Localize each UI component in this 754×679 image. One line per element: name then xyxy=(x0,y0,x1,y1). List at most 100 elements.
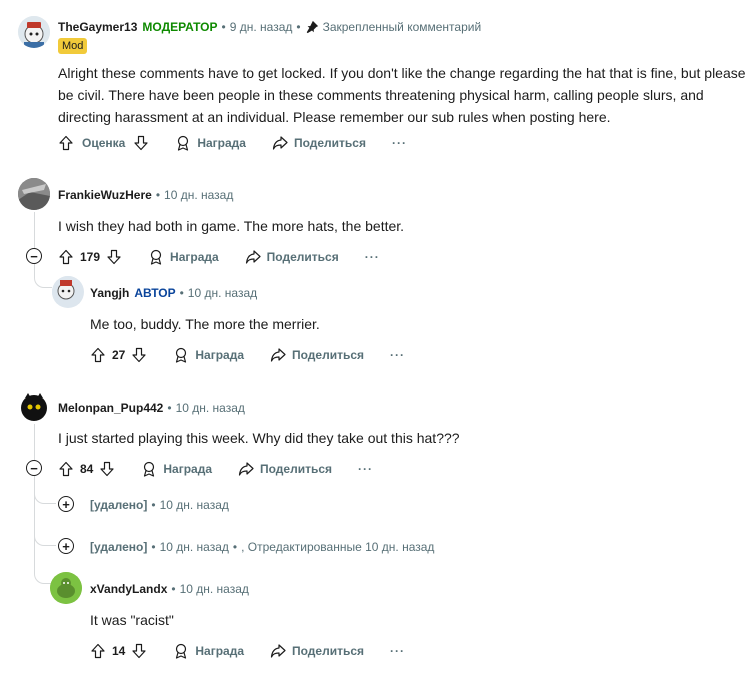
op-tag: АВТОР xyxy=(134,286,176,300)
more-options-button[interactable]: ··· xyxy=(392,136,407,150)
thread-curve xyxy=(34,520,56,546)
vote-count: 27 xyxy=(112,348,126,362)
more-options-button[interactable]: ··· xyxy=(358,462,373,476)
share-icon xyxy=(272,136,288,150)
thread-curve xyxy=(34,556,52,584)
share-icon xyxy=(270,644,286,658)
share-icon xyxy=(245,250,261,264)
comment-time[interactable]: 9 дн. назад xyxy=(230,20,293,34)
plus-icon: + xyxy=(62,496,70,512)
share-icon xyxy=(238,462,254,476)
share-label: Поделиться xyxy=(293,136,366,150)
comment-time[interactable]: 10 дн. назад xyxy=(180,582,249,596)
award-label: Награда xyxy=(163,462,212,476)
award-icon xyxy=(176,347,187,363)
comment-author[interactable]: TheGaymer13 xyxy=(58,20,137,34)
award-button[interactable]: Награда xyxy=(173,643,244,659)
vote-group: 179 xyxy=(58,249,122,265)
comment-time[interactable]: 10 дн. назад xyxy=(160,498,229,512)
separator-dot: • xyxy=(155,188,161,202)
separator-dot: • xyxy=(296,20,301,34)
more-options-button[interactable]: ··· xyxy=(390,348,405,362)
collapse-thread-button[interactable]: − xyxy=(26,248,42,264)
thread-curve xyxy=(34,476,56,504)
award-label: Награда xyxy=(195,348,244,362)
comment-author[interactable]: Melonpan_Pup442 xyxy=(58,401,163,415)
award-button[interactable]: Награда xyxy=(141,461,212,477)
share-button[interactable]: Поделиться xyxy=(270,643,364,659)
share-button[interactable]: Поделиться xyxy=(245,249,339,265)
moderator-tag: МОДЕРАТОР xyxy=(142,20,218,34)
share-label: Поделиться xyxy=(292,644,365,658)
comment-time[interactable]: 10 дн. назад xyxy=(176,401,245,415)
share-label: Поделиться xyxy=(260,462,333,476)
upvote-icon[interactable] xyxy=(58,461,74,477)
award-button[interactable]: Награда xyxy=(173,347,244,363)
award-icon xyxy=(178,135,189,151)
vote-count: 179 xyxy=(80,250,101,264)
downvote-icon[interactable] xyxy=(133,135,149,151)
upvote-icon[interactable] xyxy=(58,249,74,265)
award-label: Награда xyxy=(195,644,244,658)
thread-line xyxy=(34,424,35,460)
upvote-icon[interactable] xyxy=(58,135,74,151)
comment-body: I wish they had both in game. The more h… xyxy=(58,218,405,234)
separator-dot: • xyxy=(179,286,184,300)
comment-author[interactable]: Yangjh xyxy=(90,286,129,300)
vote-group: Оценка xyxy=(58,135,149,151)
separator-dot: • xyxy=(221,20,226,34)
downvote-icon[interactable] xyxy=(99,461,115,477)
downvote-icon[interactable] xyxy=(131,347,147,363)
upvote-icon[interactable] xyxy=(90,643,106,659)
comment-time[interactable]: 10 дн. назад xyxy=(188,286,257,300)
more-options-button[interactable]: ··· xyxy=(390,644,405,658)
award-icon xyxy=(176,643,187,659)
vote-group: 14 xyxy=(90,643,147,659)
award-label: Награда xyxy=(170,250,219,264)
share-icon xyxy=(270,348,286,362)
comment-author[interactable]: xVandyLandx xyxy=(90,582,167,596)
avatar[interactable] xyxy=(18,391,50,423)
thread-curve xyxy=(34,266,52,288)
vote-label: Оценка xyxy=(82,136,126,150)
avatar[interactable] xyxy=(50,572,82,604)
downvote-icon[interactable] xyxy=(106,249,122,265)
separator-dot: • xyxy=(151,498,156,512)
award-icon xyxy=(150,249,162,265)
avatar[interactable] xyxy=(18,178,50,210)
mod-badge: Mod xyxy=(58,38,88,54)
share-button[interactable]: Поделиться xyxy=(270,347,364,363)
upvote-icon[interactable] xyxy=(90,347,106,363)
plus-icon: + xyxy=(62,538,70,554)
pinned-text: Закрепленный комментарий xyxy=(322,20,482,34)
comment-time[interactable]: 10 дн. назад xyxy=(160,540,229,554)
share-button[interactable]: Поделиться xyxy=(272,135,366,151)
share-label: Поделиться xyxy=(292,348,365,362)
thread-line xyxy=(34,212,35,252)
pinned-label: Закрепленный комментарий xyxy=(305,20,482,34)
minus-icon: − xyxy=(30,248,38,264)
pin-icon xyxy=(306,20,318,34)
comment-author[interactable]: FrankieWuzHere xyxy=(58,188,152,202)
vote-group: 27 xyxy=(90,347,147,363)
comment-body: Me too, buddy. The more the merrier. xyxy=(90,316,320,332)
more-options-button[interactable]: ··· xyxy=(365,250,380,264)
edited-label: , Отредактированные 10 дн. назад xyxy=(241,540,435,554)
award-button[interactable]: Награда xyxy=(175,135,246,151)
expand-thread-button[interactable]: + xyxy=(58,538,74,554)
separator-dot: • xyxy=(171,582,176,596)
collapse-thread-button[interactable]: − xyxy=(26,460,42,476)
award-label: Награда xyxy=(197,136,246,150)
comment-time[interactable]: 10 дн. назад xyxy=(164,188,233,202)
comment-body: I just started playing this week. Why di… xyxy=(58,430,460,446)
expand-thread-button[interactable]: + xyxy=(58,496,74,512)
award-button[interactable]: Награда xyxy=(148,249,219,265)
downvote-icon[interactable] xyxy=(131,643,147,659)
share-label: Поделиться xyxy=(266,250,339,264)
share-button[interactable]: Поделиться xyxy=(238,461,332,477)
vote-count: 84 xyxy=(80,462,94,476)
comment-body: Alright these comments have to get locke… xyxy=(58,65,746,125)
avatar[interactable] xyxy=(52,276,84,308)
comment-body: It was "racist" xyxy=(90,612,174,628)
avatar[interactable] xyxy=(18,16,50,48)
